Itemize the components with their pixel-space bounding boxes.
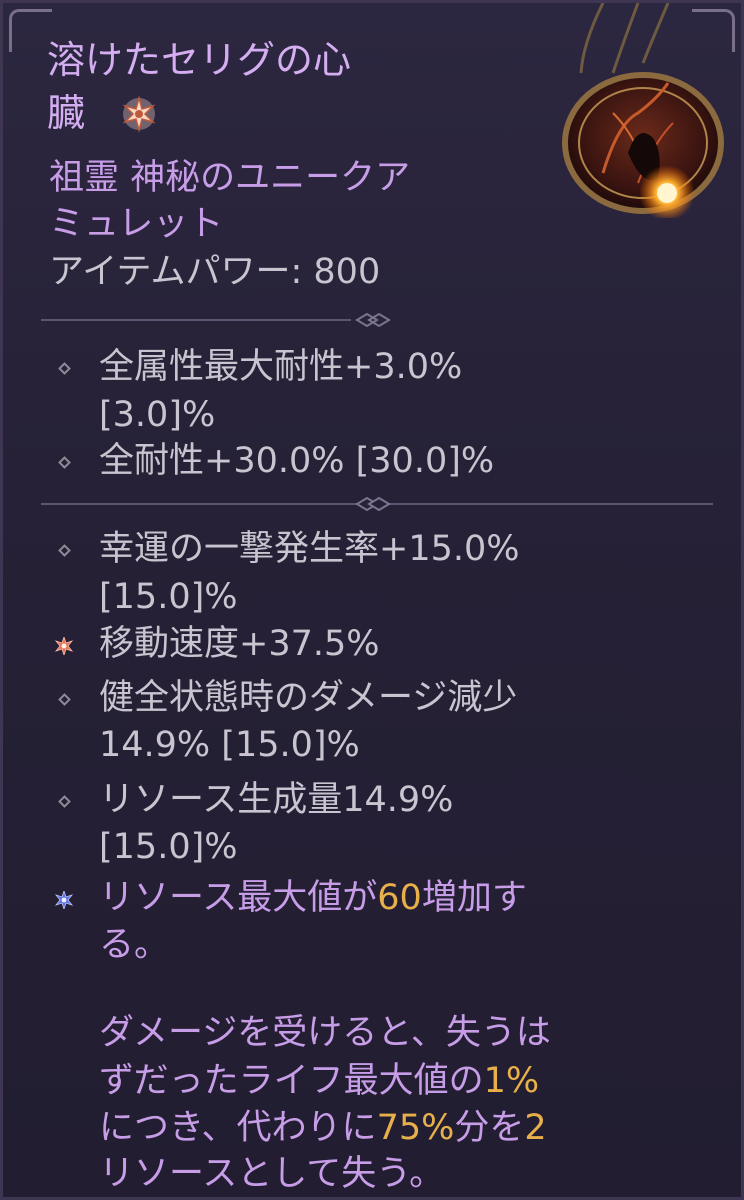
unique-power-number: 1% — [483, 1061, 540, 1101]
unique-power-text: リソース最大値が — [99, 878, 378, 918]
implicit-stat-2: 全耐性+30.0% [30.0]% — [99, 441, 495, 481]
affix-2: 移動速度+37.5% — [99, 624, 380, 664]
stat-bullet-icon — [58, 693, 71, 706]
stat-bullet-icon — [58, 544, 71, 557]
unique-power-p2-line2: ずだったライフ最大値の1% — [99, 1064, 539, 1099]
amulet-icon — [562, 3, 724, 218]
stat-bullet-icon — [58, 362, 71, 375]
unique-power-text: 増加す — [421, 878, 527, 918]
implicit-stat-1-line1: 全属性最大耐性+3.0% — [99, 347, 463, 387]
frame-corner — [9, 9, 52, 52]
divider — [41, 496, 713, 512]
unique-power-icon — [55, 891, 73, 909]
implicit-stat-1-line2: [3.0]% — [99, 395, 216, 435]
affix-4-line1: リソース生成量14.9% — [99, 780, 454, 820]
affix-4-line2: [15.0]% — [99, 827, 238, 867]
greater-affix-icon — [55, 637, 73, 655]
stat-bullet-icon — [58, 456, 71, 469]
unique-power-text: 分を — [454, 1108, 525, 1148]
item-name-line2: 臓 — [47, 91, 86, 135]
affix-1-line1: 幸運の一撃発生率+15.0% — [99, 529, 520, 569]
unique-power-p2-line3: につき、代わりに75%分を2 — [99, 1111, 547, 1146]
unique-power-p2-line4: リソースとして失う。 — [99, 1154, 445, 1194]
unique-power-p2-line1: ダメージを受けると、失うは — [99, 1013, 551, 1053]
affix-3-line1: 健全状態時のダメージ減少 — [99, 678, 518, 718]
stat-bullet-icon — [58, 795, 71, 808]
item-power: アイテムパワー: 800 — [49, 252, 381, 292]
unique-power-number: 75% — [376, 1108, 455, 1148]
unique-star-icon — [122, 95, 156, 133]
item-type-line1: 祖霊 神秘のユニークア — [49, 158, 411, 198]
item-type-line2: ミュレット — [49, 204, 224, 244]
affix-1-line2: [15.0]% — [99, 577, 238, 617]
unique-power-text: につき、代わりに — [99, 1108, 377, 1148]
affix-3-line2: 14.9% [15.0]% — [99, 725, 360, 765]
item-name-line1: 溶けたセリグの心 — [47, 38, 352, 82]
unique-power-line1: リソース最大値が60増加す — [99, 881, 527, 916]
unique-power-text: ずだったライフ最大値の — [99, 1061, 484, 1101]
divider — [41, 312, 391, 328]
item-tooltip: 溶けたセリグの心 臓 祖霊 神秘のユニークア ミュレット アイテムパワー: 80… — [0, 0, 744, 1200]
unique-power-number: 60 — [377, 878, 422, 918]
unique-power-number: 2 — [524, 1108, 547, 1148]
unique-power-line2: る。 — [99, 925, 170, 965]
